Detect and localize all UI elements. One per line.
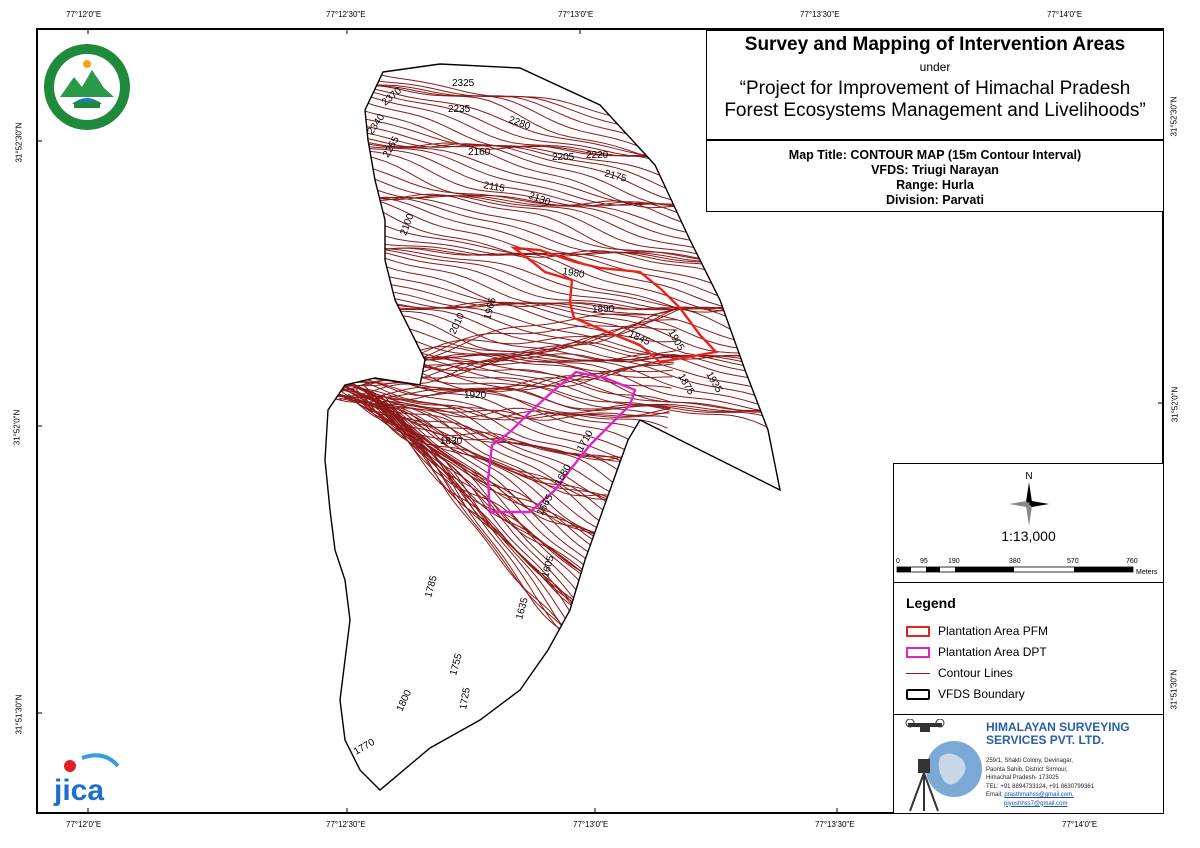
contour-label: 1890 xyxy=(592,304,615,315)
legend-item-boundary: VFDS Boundary xyxy=(906,686,1025,702)
scale-bar: 0 95 190 380 570 760 Meters xyxy=(896,558,1158,576)
phone-line: TEL: +91 8894733124, +91 8630799361 xyxy=(986,783,1095,790)
contour-label: 2220 xyxy=(586,150,609,161)
project-title-line2: Forest Ecosystems Management and Livelih… xyxy=(724,100,1146,121)
legend-title: Legend xyxy=(906,595,956,611)
surveying-logo-icon xyxy=(905,719,982,812)
jica-logo: jica xyxy=(53,753,120,806)
map-info-block: Map Title: CONTOUR MAP (15m Contour Inte… xyxy=(706,140,1164,212)
project-title-line1: “Project for Improvement of Himachal Pra… xyxy=(739,78,1131,99)
north-arrow-icon: N xyxy=(1009,471,1049,526)
scale-unit: Meters xyxy=(1136,569,1158,576)
forest-department-emblem xyxy=(44,44,130,130)
contour-label: 2160 xyxy=(468,147,491,158)
side-panel: N 1:13,000 0 95 190 380 570 760 Meters L… xyxy=(893,463,1164,814)
legend-label: Plantation Area PFM xyxy=(938,624,1049,638)
pfm-swatch xyxy=(906,625,930,637)
north-label: N xyxy=(1025,471,1032,482)
email-label: Email: xyxy=(986,792,1003,798)
email-link-2[interactable]: piyushhss7@gmail.com xyxy=(1004,801,1067,807)
company-address: 259/1, Shakti Colony, Devinagar, Paonta … xyxy=(986,757,1094,808)
address-line: Himachal Pradesh- 173025 xyxy=(986,775,1059,781)
contour-label: 1830 xyxy=(440,436,463,447)
legend-item-pfm: Plantation Area PFM xyxy=(906,623,1048,639)
email-link-1[interactable]: prasthmahss@gmail.com, xyxy=(1004,792,1073,798)
vfds-line: VFDS: Triugi Narayan xyxy=(871,163,999,177)
title-under: under xyxy=(919,60,951,74)
company-name: HIMALAYAN SURVEYING SERVICES PVT. LTD. xyxy=(986,721,1130,747)
title-block: Survey and Mapping of Intervention Areas… xyxy=(706,30,1164,140)
scale-tick: 380 xyxy=(1009,558,1021,565)
contour-label: 2325 xyxy=(452,78,475,89)
scale-tick: 95 xyxy=(920,558,928,565)
scale-ratio: 1:13,000 xyxy=(1001,528,1056,544)
scale-tick: 0 xyxy=(896,558,900,565)
address-line: Paonta Sahib, District Sirmour, xyxy=(986,766,1068,773)
contour-label: 2235 xyxy=(448,104,471,115)
company-name-line2: SERVICES PVT. LTD. xyxy=(986,733,1105,747)
legend-item-dpt: Plantation Area DPT xyxy=(906,644,1047,660)
contour-label: 1920 xyxy=(464,390,487,401)
scale-tick: 570 xyxy=(1067,558,1079,565)
legend-label: Contour Lines xyxy=(938,666,1013,680)
address-line: 259/1, Shakti Colony, Devinagar, xyxy=(986,758,1073,764)
scale-tick: 190 xyxy=(948,558,960,565)
boundary-swatch xyxy=(906,688,930,700)
scale-tick: 760 xyxy=(1126,558,1138,565)
company-block: HIMALAYAN SURVEYING SERVICES PVT. LTD. 2… xyxy=(894,714,1163,816)
contour-swatch xyxy=(906,672,930,674)
contour-label: 2205 xyxy=(552,152,575,163)
range-line: Range: Hurla xyxy=(896,178,974,192)
map-title-line: Map Title: CONTOUR MAP (15m Contour Inte… xyxy=(788,148,1082,162)
legend-label: VFDS Boundary xyxy=(938,687,1025,701)
division-line: Division: Parvati xyxy=(886,193,984,207)
legend-label: Plantation Area DPT xyxy=(938,645,1047,659)
map-main-title: Survey and Mapping of Intervention Areas xyxy=(744,34,1126,55)
jica-text: jica xyxy=(53,774,104,806)
legend-item-contour: Contour Lines xyxy=(906,665,1013,681)
dpt-swatch xyxy=(906,646,930,658)
